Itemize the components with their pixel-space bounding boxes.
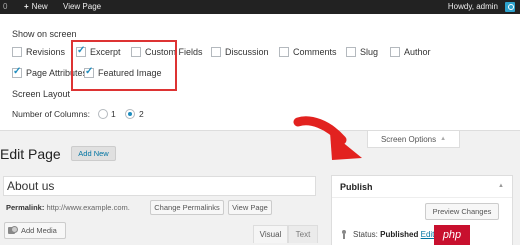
- page-attributes-checkbox[interactable]: [12, 66, 22, 78]
- columns-radio-1[interactable]: [98, 109, 108, 119]
- media-icon: [8, 226, 18, 235]
- post-title-input[interactable]: About us: [3, 176, 316, 196]
- status-value: Published: [380, 230, 419, 239]
- new-label: New: [31, 2, 48, 11]
- divider: [332, 197, 512, 198]
- add-media-label: Add Media: [21, 226, 57, 235]
- add-new-button[interactable]: Add New: [71, 146, 116, 161]
- columns-radio-2[interactable]: [125, 109, 135, 119]
- caret-up-icon: ▲: [440, 136, 447, 142]
- tab-visual[interactable]: Visual: [253, 225, 288, 243]
- status-row: Status: Published Edit: [353, 230, 434, 239]
- status-edit-link[interactable]: Edit: [421, 230, 435, 239]
- screen-options-tab-label: Screen Options: [380, 134, 437, 144]
- caret-up-icon[interactable]: ▲: [498, 183, 504, 189]
- status-label: Status:: [353, 230, 378, 239]
- columns-option-1-label: 1: [111, 109, 116, 119]
- view-page-button[interactable]: View Page: [228, 200, 272, 215]
- discussion-checkbox[interactable]: [211, 47, 221, 57]
- avatar[interactable]: [505, 2, 515, 12]
- discussion-label: Discussion: [225, 47, 269, 57]
- author-label: Author: [404, 47, 431, 57]
- page-title: Edit Page: [0, 146, 61, 162]
- revisions-checkbox[interactable]: [12, 47, 22, 57]
- pin-icon: [340, 230, 348, 240]
- slug-label: Slug: [360, 47, 379, 57]
- checkbox-comments[interactable]: Comments: [279, 47, 337, 57]
- annotation-highlight-box: [71, 40, 177, 91]
- comments-count[interactable]: 0: [3, 2, 7, 11]
- preview-changes-button[interactable]: Preview Changes: [425, 203, 499, 220]
- permalink-url[interactable]: http://www.example.com.: [46, 203, 129, 212]
- screen-options-tab[interactable]: Screen Options ▲: [367, 131, 460, 148]
- admin-bar: 0 + New View Page Howdy, admin: [0, 0, 520, 14]
- checkbox-discussion[interactable]: Discussion: [211, 47, 269, 57]
- change-permalinks-button[interactable]: Change Permalinks: [150, 200, 224, 215]
- comments-label: Comments: [293, 47, 337, 57]
- view-page-link[interactable]: View Page: [63, 2, 101, 11]
- plus-icon: +: [24, 2, 29, 11]
- columns-option-2-label: 2: [139, 109, 144, 119]
- checkbox-slug[interactable]: Slug: [346, 47, 378, 57]
- tab-text[interactable]: Text: [288, 225, 318, 243]
- php-watermark: php: [434, 225, 470, 245]
- publish-title: Publish: [340, 182, 373, 192]
- screen-layout-title: Screen Layout: [12, 89, 71, 99]
- annotation-arrow-icon: [293, 116, 362, 160]
- add-media-button[interactable]: Add Media: [4, 222, 66, 239]
- author-checkbox[interactable]: [390, 47, 400, 57]
- checkbox-revisions[interactable]: Revisions: [12, 47, 65, 57]
- number-of-columns-label: Number of Columns:: [12, 109, 90, 119]
- show-on-screen-title: Show on screen: [12, 29, 77, 39]
- revisions-label: Revisions: [26, 47, 66, 57]
- comments-checkbox[interactable]: [279, 47, 289, 57]
- slug-checkbox[interactable]: [346, 47, 356, 57]
- permalink-row: Permalink: http://www.example.com.: [6, 203, 130, 212]
- permalink-label: Permalink:: [6, 203, 45, 212]
- howdy-account-menu[interactable]: Howdy, admin: [448, 2, 498, 11]
- checkbox-author[interactable]: Author: [390, 47, 431, 57]
- new-content-menu[interactable]: + New: [24, 2, 48, 11]
